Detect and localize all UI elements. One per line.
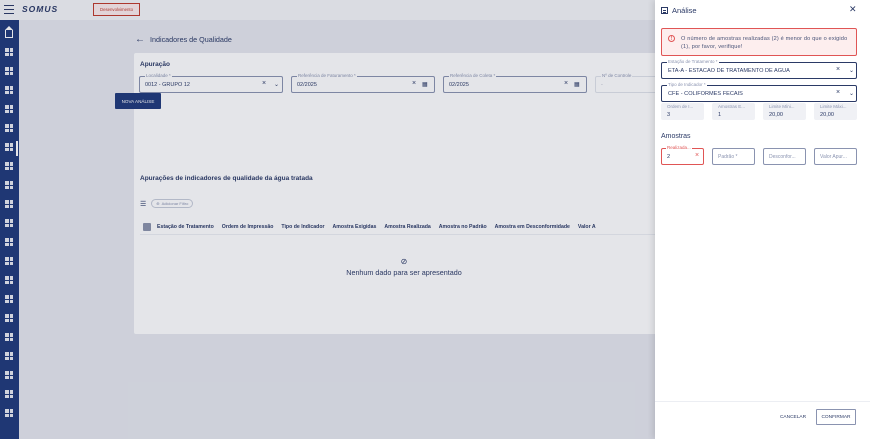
- clear-icon[interactable]: ×: [836, 66, 840, 73]
- ordem-impressao-field: Ordem de I... 3: [661, 103, 704, 120]
- limite-minimo-field: Limite Míni... 20,00: [763, 103, 806, 120]
- tipo-indicador-select[interactable]: Tipo de Indicador * CFE - COLIFORMES FEC…: [661, 82, 857, 102]
- valor-apurado-input[interactable]: Valor Apur...: [814, 148, 857, 165]
- drawer-footer-divider: [655, 401, 870, 402]
- analysis-drawer: Análise ✕ ! O número de amostras realiza…: [655, 0, 870, 439]
- validation-alert: ! O número de amostras realizadas (2) é …: [661, 28, 857, 56]
- estacao-tratamento-select[interactable]: Estação de Tratamento * ETA-A - ESTACAO …: [661, 59, 857, 79]
- drawer-title: Análise: [672, 6, 697, 15]
- amostras-exigidas-field: Amostras E... 1: [712, 103, 755, 120]
- padrao-input[interactable]: Padrão *: [712, 148, 755, 165]
- samples-section-title: Amostras: [661, 133, 691, 140]
- cancel-button[interactable]: CANCELAR: [775, 410, 811, 424]
- close-icon[interactable]: ✕: [849, 4, 857, 15]
- warning-icon: !: [668, 35, 675, 42]
- alert-message: O número de amostras realizadas (2) é me…: [681, 36, 848, 50]
- clear-icon[interactable]: ×: [836, 89, 840, 96]
- analysis-icon: [661, 7, 668, 14]
- desconformidade-input[interactable]: Desconfor...: [763, 148, 806, 165]
- chevron-down-icon[interactable]: ⌄: [849, 90, 854, 97]
- confirm-button[interactable]: CONFIRMAR: [816, 409, 856, 425]
- chevron-down-icon[interactable]: ⌄: [849, 67, 854, 74]
- amostras-realizadas-input[interactable]: Realizada... 2 ×: [661, 145, 704, 165]
- drawer-header: Análise: [661, 6, 697, 15]
- limite-maximo-field: Limite Máxi... 20,00: [814, 103, 857, 120]
- clear-icon[interactable]: ×: [695, 152, 699, 159]
